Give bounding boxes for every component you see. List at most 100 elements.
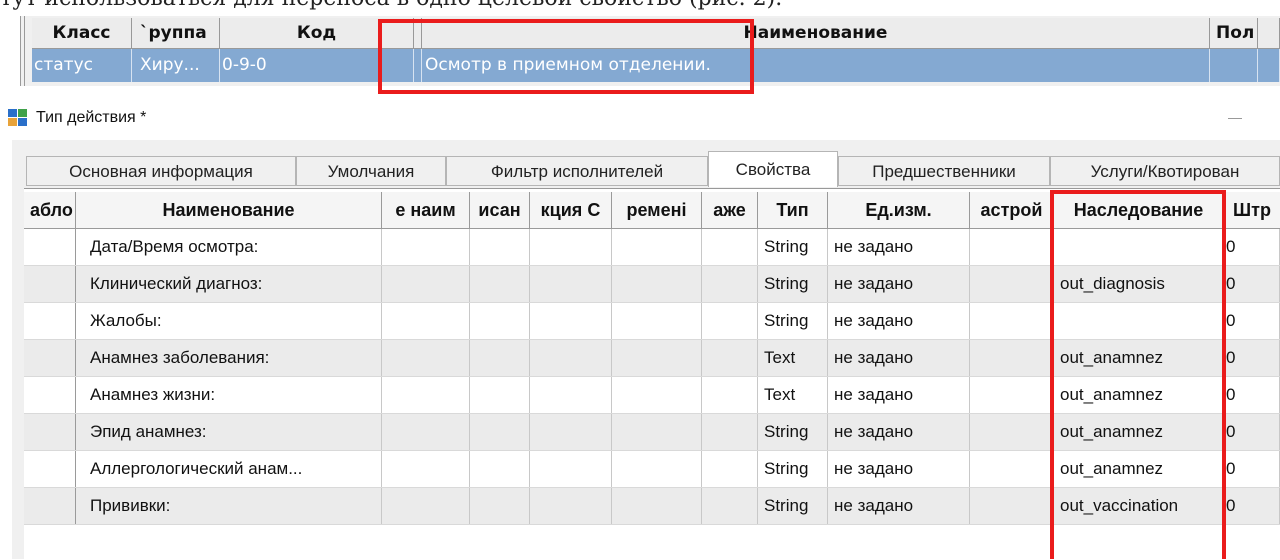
cell-template xyxy=(28,377,76,413)
cell-time xyxy=(612,488,702,524)
column-header-settings[interactable]: астрой xyxy=(970,192,1054,228)
cell-description xyxy=(470,414,530,450)
tab-defaults[interactable]: Умолчания xyxy=(296,156,446,186)
grid-border xyxy=(24,16,25,86)
grid-border xyxy=(20,16,21,86)
tab-main-info[interactable]: Основная информация xyxy=(26,156,296,186)
column-header-blank[interactable] xyxy=(414,18,422,48)
properties-grid-header: абло Наименование е наим исан кция С рем… xyxy=(24,192,1280,229)
cell-type: Text xyxy=(758,377,828,413)
cell-unit: не задано xyxy=(828,377,970,413)
app-window-icon xyxy=(8,109,28,127)
properties-grid: абло Наименование е наим исан кция С рем… xyxy=(24,188,1280,560)
tab-bar: Основная информация Умолчания Фильтр исп… xyxy=(24,151,1280,188)
column-header-name-part2: именование xyxy=(769,23,888,43)
cell-inheritance: out_anamnez xyxy=(1054,377,1224,413)
column-header-sex[interactable]: Пол xyxy=(1210,18,1258,48)
cell-name: Анамнез жизни: xyxy=(76,377,382,413)
table-row[interactable]: Анамнез жизни: Text не задано out_anamnez 0 xyxy=(24,377,1280,414)
column-header-display[interactable]: аже xyxy=(702,192,758,228)
column-header-function[interactable]: кция С xyxy=(530,192,612,228)
cell-display xyxy=(702,303,758,339)
column-header-group[interactable]: `руппа xyxy=(132,18,220,48)
cell-inheritance: out_anamnez xyxy=(1054,340,1224,376)
cell-group: Хиру... xyxy=(132,49,220,82)
cell-description xyxy=(470,340,530,376)
cell-unit: не задано xyxy=(828,488,970,524)
column-header-name[interactable]: Наименование xyxy=(422,18,1210,48)
table-row[interactable]: Прививки: String не задано out_vaccination 0 xyxy=(24,488,1280,525)
cell-short-name xyxy=(382,229,470,265)
cell-name: Эпид анамнез: xyxy=(76,414,382,450)
cell-time xyxy=(612,340,702,376)
tab-services-quotas[interactable]: Услуги/Квотирован xyxy=(1050,156,1280,186)
cell-display xyxy=(702,266,758,302)
cell-function xyxy=(530,229,612,265)
cell-settings xyxy=(970,488,1054,524)
column-header-short-name[interactable]: е наим xyxy=(382,192,470,228)
column-header-code[interactable]: Код xyxy=(220,18,414,48)
cell-type: Text xyxy=(758,340,828,376)
column-header-barcode[interactable]: Штр xyxy=(1224,192,1280,228)
window-title-bar: Тип действия * xyxy=(0,100,1280,136)
table-row[interactable]: Аллергологический анам... String не задано… xyxy=(24,451,1280,488)
cell-name: Аллергологический анам... xyxy=(76,451,382,487)
minimize-icon[interactable] xyxy=(1228,118,1242,119)
cell-template xyxy=(28,414,76,450)
cell-function xyxy=(530,451,612,487)
tab-executor-filter[interactable]: Фильтр исполнителей xyxy=(446,156,708,186)
cell-inheritance: out_diagnosis xyxy=(1054,266,1224,302)
cell-description xyxy=(470,266,530,302)
column-header-name[interactable]: Наименование xyxy=(76,192,382,228)
cell-display xyxy=(702,488,758,524)
cell-function xyxy=(530,414,612,450)
cell-name: Прививки: xyxy=(76,488,382,524)
column-header-class[interactable]: Класс xyxy=(32,18,132,48)
cell-unit: не задано xyxy=(828,229,970,265)
column-header-description[interactable]: исан xyxy=(470,192,530,228)
table-row[interactable]: Эпид анамнез: String не задано out_anamnez 0 xyxy=(24,414,1280,451)
table-row[interactable]: Жалобы: String не задано 0 xyxy=(24,303,1280,340)
cell-barcode: 0 xyxy=(1224,377,1280,413)
cell-settings xyxy=(970,340,1054,376)
cell-barcode: 0 xyxy=(1224,414,1280,450)
cell-unit: не задано xyxy=(828,451,970,487)
document-text-line: тут использоваться для переноса в одно ц… xyxy=(0,0,782,11)
cell-settings xyxy=(970,229,1054,265)
cell-display xyxy=(702,451,758,487)
cell-name: Осмотр в приемном отделении. xyxy=(422,49,1210,82)
cell-settings xyxy=(970,303,1054,339)
cell-type: String xyxy=(758,414,828,450)
column-header-time[interactable]: ремені xyxy=(612,192,702,228)
tab-properties[interactable]: Свойства xyxy=(708,151,838,187)
cell-template xyxy=(28,340,76,376)
window-title: Тип действия * xyxy=(36,109,147,126)
column-header-extra[interactable] xyxy=(1258,18,1280,48)
cell-type: String xyxy=(758,229,828,265)
cell-display xyxy=(702,377,758,413)
cell-barcode: 0 xyxy=(1224,266,1280,302)
table-row[interactable]: Дата/Время осмотра: String не задано 0 xyxy=(24,229,1280,266)
column-header-unit[interactable]: Ед.изм. xyxy=(828,192,970,228)
cell-short-name xyxy=(382,303,470,339)
cell-unit: не задано xyxy=(828,414,970,450)
table-row[interactable]: Анамнез заболевания: Text не задано out_ana… xyxy=(24,340,1280,377)
table-row[interactable]: Клинический диагноз: String не задано out_d… xyxy=(24,266,1280,303)
cell-type: String xyxy=(758,303,828,339)
column-header-inheritance[interactable]: Наследование xyxy=(1054,192,1224,228)
cell-short-name xyxy=(382,377,470,413)
cell-time xyxy=(612,377,702,413)
cell-template xyxy=(28,451,76,487)
column-header-template[interactable]: абло xyxy=(28,192,76,228)
cell-description xyxy=(470,488,530,524)
cell-settings xyxy=(970,414,1054,450)
cell-description xyxy=(470,451,530,487)
cell-description xyxy=(470,229,530,265)
cell-short-name xyxy=(382,340,470,376)
column-header-type[interactable]: Тип xyxy=(758,192,828,228)
selected-table-row[interactable]: статус Хиру... 0-9-0 Осмотр в приемном о… xyxy=(32,49,1280,82)
cell-time xyxy=(612,414,702,450)
tab-predecessors[interactable]: Предшественники xyxy=(838,156,1050,186)
cell-sex xyxy=(1210,49,1258,82)
cell-template xyxy=(28,266,76,302)
